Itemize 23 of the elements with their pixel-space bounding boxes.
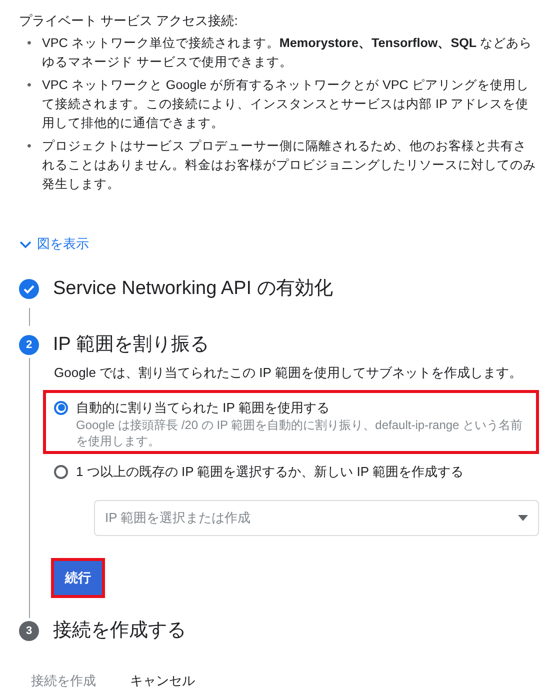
step-number: 2 <box>19 334 39 354</box>
step-title: IP 範囲を割り振る <box>53 332 209 356</box>
step-title: 接続を作成する <box>53 618 186 642</box>
show-diagram-link[interactable]: 図を表示 <box>19 235 89 253</box>
step-title: Service Networking API の有効化 <box>53 276 333 300</box>
check-circle-icon <box>19 278 39 298</box>
bullet-text: プロジェクトはサービス プロデューサー側に隔離されるため、他のお客様と共有されることはありません。料金はお客様がプロビジョニングしたリソースに対してのみ発生します。 <box>42 138 537 193</box>
step-number: 3 <box>19 620 39 640</box>
radio-button[interactable] <box>54 464 68 478</box>
bullet-marker: • <box>27 138 32 155</box>
option-label: 1 つ以上の既存の IP 範囲を選択するか、新しい IP 範囲を作成する <box>76 462 464 480</box>
footer-button[interactable]: キャンセル <box>130 672 195 690</box>
bullet-text: VPC ネットワークと Google が所有するネットワークとが VPC ピアリングを使用して接続されます。この接続により、インスタンスとサービスは内部 IP アドレスを使用して排他的に通信できます。 <box>42 77 530 132</box>
dropdown-arrow-icon <box>518 514 528 520</box>
bullet-marker: • <box>27 35 32 52</box>
bullet-marker: • <box>27 77 32 94</box>
option-label: 自動的に割り当てられた IP 範囲を使用する <box>76 398 330 416</box>
step-description: Google では、割り当てられたこの IP 範囲を使用してサブネットを作成します。 <box>54 364 523 382</box>
intro-title: プライベート サービス アクセス接続: <box>19 12 239 30</box>
bullet-text: VPC ネットワーク単位で接続されます。Memorystore、Tensorflow、SQL などあらゆるマネージド サービスで使用できます。 <box>42 35 534 71</box>
option-hint: Google は接頭辞長 /20 の IP 範囲を自動的に割り振り、default-ip-range という名前を使用します。 <box>76 416 524 448</box>
radio-button[interactable] <box>54 400 68 414</box>
continue-button[interactable]: 続行 <box>54 560 102 594</box>
